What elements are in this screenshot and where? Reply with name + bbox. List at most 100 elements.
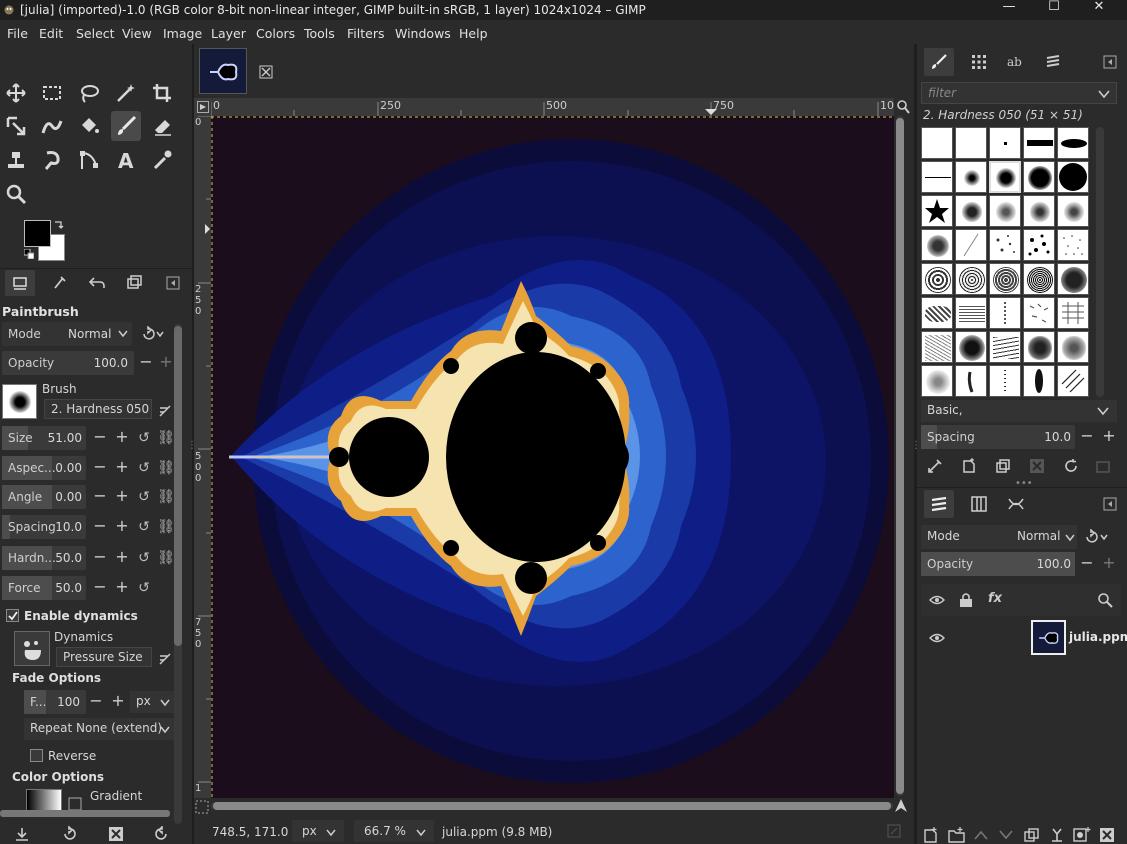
- rect-select-tool-icon[interactable]: [37, 78, 67, 108]
- tool-options-hscrollbar[interactable]: [0, 810, 170, 817]
- warp-transform-tool-icon[interactable]: [37, 111, 67, 141]
- brush-cell[interactable]: [1057, 229, 1089, 261]
- configure-layers-tab-icon[interactable]: [1103, 497, 1117, 511]
- paths-tool-icon[interactable]: [74, 145, 104, 175]
- eraser-tool-icon[interactable]: [147, 111, 177, 141]
- save-tool-preset-icon[interactable]: [14, 826, 30, 842]
- layer-visibility-eye-icon[interactable]: [929, 631, 945, 645]
- default-colors-icon[interactable]: [24, 249, 34, 259]
- canvas-hscrollbar[interactable]: [211, 802, 893, 810]
- menu-tools[interactable]: Tools: [304, 26, 335, 41]
- size-decrease-button[interactable]: −: [90, 426, 110, 450]
- brush-cell[interactable]: [955, 229, 987, 261]
- spacing-increase-button[interactable]: +: [112, 515, 132, 539]
- brush-cell[interactable]: [1023, 195, 1055, 227]
- clone-tool-icon[interactable]: [1, 145, 31, 175]
- brush-cell[interactable]: [921, 161, 953, 193]
- force-increase-button[interactable]: +: [112, 576, 132, 600]
- crop-tool-icon[interactable]: [147, 78, 177, 108]
- fade-decrease-button[interactable]: −: [86, 690, 106, 714]
- layer-thumbnail[interactable]: [1031, 620, 1066, 655]
- hardness-increase-button[interactable]: +: [112, 546, 132, 570]
- tab-brushes[interactable]: [924, 48, 954, 76]
- maximize-button[interactable]: ☐: [1031, 0, 1077, 20]
- refresh-brushes-icon[interactable]: [1063, 458, 1079, 474]
- close-image-tab-icon[interactable]: [259, 65, 273, 79]
- move-tool-icon[interactable]: [1, 78, 31, 108]
- tab-document-history-icon[interactable]: [1045, 54, 1061, 70]
- aspect-link-icon[interactable]: ⛓: [156, 458, 176, 478]
- new-layer-group-icon[interactable]: [948, 827, 966, 843]
- angle-link-icon[interactable]: ⛓: [156, 487, 176, 507]
- dynamics-name-field[interactable]: Pressure Size: [56, 647, 152, 667]
- mode-select[interactable]: Mode Normal: [2, 322, 132, 346]
- lower-layer-icon[interactable]: [999, 829, 1013, 841]
- unit-select[interactable]: px: [292, 820, 344, 842]
- bucket-fill-tool-icon[interactable]: [74, 111, 104, 141]
- spacing-reset-icon[interactable]: ↺: [134, 517, 154, 537]
- raise-layer-icon[interactable]: [974, 829, 988, 841]
- brush-cell[interactable]: [989, 229, 1021, 261]
- brush-cell[interactable]: [955, 161, 987, 193]
- brush-cell[interactable]: [955, 365, 987, 397]
- menu-help[interactable]: Help: [459, 26, 488, 41]
- ruler-corner[interactable]: [194, 98, 211, 116]
- tool-options-scrollbar-thumb[interactable]: [174, 326, 182, 646]
- brush-cell[interactable]: [989, 297, 1021, 329]
- brush-cell[interactable]: [1023, 229, 1055, 261]
- aspect-decrease-button[interactable]: −: [90, 456, 110, 480]
- brush-cell[interactable]: [955, 331, 987, 363]
- brush-filter-input[interactable]: filter: [921, 82, 1117, 104]
- brush-cell[interactable]: [1057, 161, 1089, 193]
- gradient-preview[interactable]: [26, 789, 62, 811]
- brush-cell[interactable]: [989, 331, 1021, 363]
- mode-reset-icon[interactable]: [140, 326, 166, 342]
- brush-cell[interactable]: [1057, 195, 1089, 227]
- hardness-slider[interactable]: Hardn... 50.0: [2, 546, 86, 570]
- menu-colors[interactable]: Colors: [256, 26, 295, 41]
- merge-layer-icon[interactable]: [1049, 827, 1065, 843]
- new-layer-icon[interactable]: [923, 827, 939, 843]
- horizontal-ruler[interactable]: 0 250 500 750 10: [211, 98, 894, 116]
- canvas-vscrollbar[interactable]: [896, 116, 904, 796]
- menu-filters[interactable]: Filters: [347, 26, 384, 41]
- paintbrush-tool-icon[interactable]: [111, 111, 141, 141]
- size-link-icon[interactable]: ⛓: [156, 428, 176, 448]
- size-increase-button[interactable]: +: [112, 426, 132, 450]
- angle-slider[interactable]: Angle 0.00: [2, 485, 86, 509]
- menu-view[interactable]: View: [122, 26, 152, 41]
- menu-layer[interactable]: Layer: [211, 26, 246, 41]
- brush-cell[interactable]: [921, 127, 953, 159]
- brush-cell[interactable]: [921, 331, 953, 363]
- text-tool-icon[interactable]: A: [111, 145, 141, 175]
- layer-name[interactable]: julia.ppm: [1069, 630, 1127, 644]
- brush-cell[interactable]: [1057, 297, 1089, 329]
- canvas-vscrollbar-thumb[interactable]: [896, 118, 904, 794]
- open-brush-as-image-icon[interactable]: [1095, 458, 1111, 474]
- size-slider[interactable]: Size 51.00: [2, 426, 86, 450]
- brush-cell[interactable]: [921, 297, 953, 329]
- tab-images-icon[interactable]: [125, 274, 143, 292]
- tab-device-status-icon[interactable]: [51, 274, 69, 292]
- tab-tool-options[interactable]: [5, 270, 35, 296]
- spacing-decrease-button[interactable]: −: [90, 515, 110, 539]
- hardness-reset-icon[interactable]: ↺: [134, 548, 154, 568]
- brush-cell[interactable]: [1023, 127, 1055, 159]
- menu-image[interactable]: Image: [163, 26, 202, 41]
- spacing-slider[interactable]: Spacing 10.0: [2, 515, 86, 539]
- brush-cell[interactable]: [1023, 365, 1055, 397]
- fade-length-slider[interactable]: F... 100: [24, 690, 86, 714]
- brush-preview[interactable]: [2, 384, 37, 419]
- layer-opacity-slider[interactable]: Opacity 100.0: [921, 552, 1075, 576]
- force-reset-icon[interactable]: ↺: [134, 578, 154, 598]
- lock-icon[interactable]: [958, 592, 974, 608]
- angle-increase-button[interactable]: +: [112, 485, 132, 509]
- opacity-decrease-button[interactable]: −: [136, 351, 156, 375]
- visibility-eye-icon[interactable]: [929, 593, 945, 607]
- aspect-slider[interactable]: Aspec... 0.00: [2, 456, 86, 480]
- enable-dynamics-checkbox[interactable]: [6, 609, 19, 622]
- opacity-increase-button[interactable]: +: [156, 351, 176, 375]
- brush-cell[interactable]: [989, 127, 1021, 159]
- canvas-hscrollbar-thumb[interactable]: [213, 802, 891, 810]
- size-reset-icon[interactable]: ↺: [134, 428, 154, 448]
